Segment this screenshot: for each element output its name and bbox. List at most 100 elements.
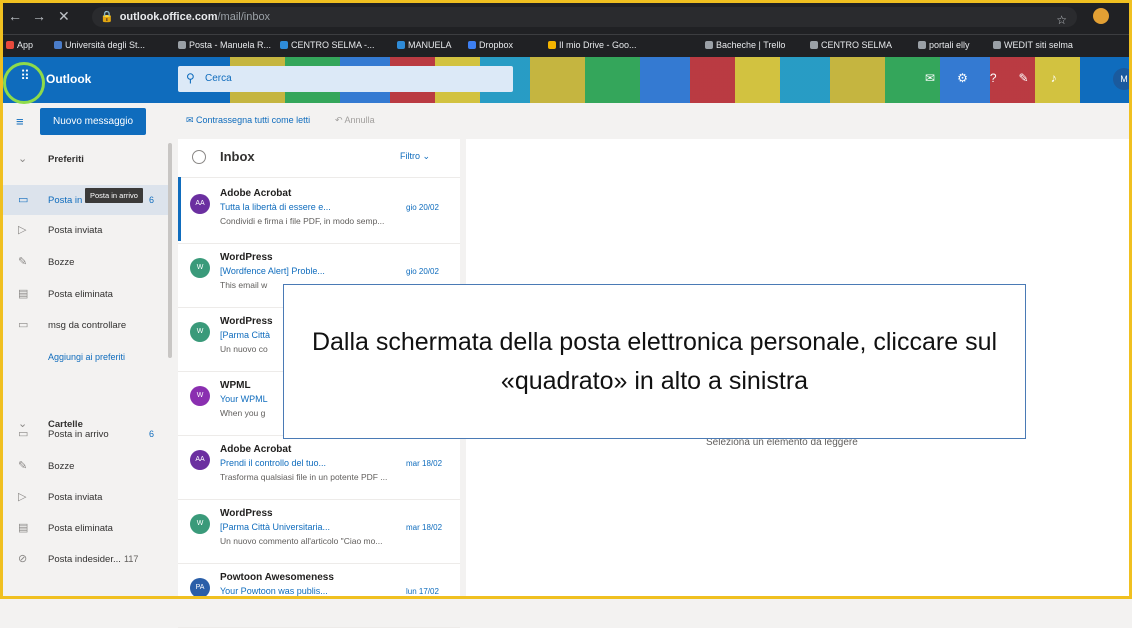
- sender-name: WordPress: [220, 508, 273, 519]
- browser-toolbar: ← → ✕ 🔒 outlook.office.com/mail/inbox ☆: [0, 0, 1132, 34]
- bookmark-item[interactable]: Il mio Drive - Goo...: [548, 40, 637, 50]
- filter-button[interactable]: Filtro ⌄: [400, 151, 430, 162]
- bookmark-item[interactable]: CENTRO SELMA: [810, 40, 892, 50]
- url-path: /mail/inbox: [217, 11, 271, 23]
- command-bar: ≡ Nuovo messaggio ✉ Contrassegna tutti c…: [0, 103, 1132, 139]
- cloud-icon: [397, 41, 405, 49]
- message-subject: Prendi il controllo del tuo...: [220, 458, 327, 468]
- help-icon[interactable]: ?: [990, 71, 997, 85]
- folder-icon: ▭: [18, 319, 29, 331]
- trash-icon: ▤: [18, 288, 29, 300]
- message-row[interactable]: AA Adobe Acrobat Prendi il controllo del t…: [178, 435, 460, 500]
- message-subject: [Parma Città: [220, 330, 271, 340]
- folder-pane: ⌄ Preferiti ▭ Posta in arrivo 6 ▷ Posta …: [0, 139, 172, 599]
- avatar[interactable]: M: [1113, 68, 1132, 90]
- bookmark-item[interactable]: App: [6, 40, 33, 50]
- folder-item-inbox[interactable]: ▭ Posta in arrivo 6: [0, 419, 172, 449]
- sender-name: Adobe Acrobat: [220, 444, 292, 455]
- close-icon[interactable]: ✕: [58, 8, 70, 25]
- folder-item-drafts[interactable]: ✎ Bozze: [0, 247, 172, 277]
- chevron-down-icon: ⌄: [18, 153, 28, 165]
- skype-icon[interactable]: ✉: [925, 71, 935, 85]
- inbox-icon: ▭: [18, 194, 29, 206]
- address-bar[interactable]: 🔒 outlook.office.com/mail/inbox ☆: [92, 7, 1077, 27]
- trash-icon: ▤: [18, 522, 29, 534]
- header-icons: ✉ ⚙ ? ✎ ♪: [925, 71, 1057, 85]
- back-icon[interactable]: ←: [8, 8, 22, 24]
- dropbox-icon: [468, 41, 476, 49]
- sender-avatar: AA: [190, 194, 210, 214]
- sender-name: Adobe Acrobat: [220, 188, 292, 199]
- message-subject: Tutta la libertà di essere e...: [220, 202, 331, 212]
- globe-icon: [178, 41, 186, 49]
- new-message-button[interactable]: Nuovo messaggio: [40, 108, 146, 135]
- drive-icon: [548, 41, 556, 49]
- bookmark-item[interactable]: Dropbox: [468, 40, 513, 50]
- callout-text: Dalla schermata della posta elettronica …: [311, 327, 998, 395]
- notifications-icon[interactable]: ♪: [1051, 71, 1057, 85]
- folder-icon: [918, 41, 926, 49]
- mark-all-read-button[interactable]: ✉ Contrassegna tutti come letti: [186, 115, 310, 126]
- undo-icon: ↶: [335, 115, 345, 125]
- message-date: lun 17/02: [406, 587, 439, 596]
- block-icon: ⊘: [18, 553, 28, 565]
- settings-icon[interactable]: ⚙: [957, 71, 968, 85]
- sender-avatar: W: [190, 322, 210, 342]
- bookmark-item[interactable]: Posta - Manuela R...: [178, 40, 271, 50]
- bookmark-item[interactable]: portali elly: [918, 40, 970, 50]
- envelope-icon: ✉: [186, 115, 197, 125]
- message-date: mar 18/02: [406, 459, 443, 468]
- bookmark-item[interactable]: Bacheche | Trello: [705, 40, 785, 50]
- url-host: outlook.office.com: [119, 11, 218, 23]
- globe-icon: [705, 41, 713, 49]
- instruction-callout: Dalla schermata della posta elettronica …: [283, 284, 1026, 439]
- folder-item-sent[interactable]: ▷ Posta inviata: [0, 482, 172, 512]
- star-icon[interactable]: ☆: [1056, 10, 1067, 30]
- select-all-checkbox[interactable]: [192, 150, 206, 164]
- bookmark-item[interactable]: MANUELA: [397, 40, 452, 50]
- bookmark-item[interactable]: WEDIT siti selma: [993, 40, 1073, 50]
- folder-item-junk[interactable]: ⊘ Posta indesider... 117: [0, 544, 172, 574]
- folder-icon: [993, 41, 1001, 49]
- menu-icon[interactable]: ≡: [16, 114, 24, 129]
- sender-avatar: W: [190, 514, 210, 534]
- message-preview: Condividi e firma i file PDF, in modo se…: [220, 216, 385, 226]
- folder-item-drafts[interactable]: ✎ Bozze: [0, 451, 172, 481]
- message-row[interactable]: PA Powtoon Awesomeness Your Powtoon was pu…: [178, 563, 460, 628]
- folder-icon: [810, 41, 818, 49]
- forward-icon[interactable]: →: [32, 8, 46, 24]
- message-date: gio 20/02: [406, 203, 439, 212]
- add-favorite-link[interactable]: Aggiungi ai preferiti: [48, 352, 125, 362]
- bookmark-item[interactable]: CENTRO SELMA -...: [280, 40, 375, 50]
- bookmark-item[interactable]: Università degli St...: [54, 40, 145, 50]
- folder-item-deleted[interactable]: ▤ Posta eliminata: [0, 279, 172, 309]
- message-subject: Your Powtoon was publis...: [220, 586, 328, 596]
- message-list-header: Inbox Filtro ⌄: [178, 139, 460, 178]
- message-row[interactable]: W WordPress [Parma Città Universitaria... m…: [178, 499, 460, 564]
- message-date: mar 18/02: [406, 523, 443, 532]
- undo-button[interactable]: ↶ Annulla: [335, 115, 375, 126]
- sender-avatar: PA: [190, 578, 210, 598]
- extension-icon[interactable]: [1093, 8, 1109, 24]
- sender-avatar: AA: [190, 450, 210, 470]
- inbox-icon: ▭: [18, 428, 29, 440]
- search-input[interactable]: ⚲ Cerca: [178, 66, 513, 92]
- folder-scrollbar[interactable]: [168, 143, 172, 358]
- pencil-icon: ✎: [18, 460, 28, 472]
- send-icon: ▷: [18, 224, 27, 236]
- brand-name[interactable]: Outlook: [46, 72, 91, 86]
- sender-name: WPML: [220, 380, 251, 391]
- send-icon: ▷: [18, 491, 27, 503]
- message-row[interactable]: AA Adobe Acrobat Tutta la libertà di esser…: [178, 179, 460, 244]
- search-icon: ⚲: [186, 71, 195, 85]
- folder-item-custom[interactable]: ▭ msg da controllare: [0, 310, 172, 340]
- search-placeholder: Cerca: [205, 73, 232, 84]
- folder-item-sent[interactable]: ▷ Posta inviata: [0, 215, 172, 245]
- lock-icon: 🔒: [100, 11, 114, 23]
- folder-item-deleted[interactable]: ▤ Posta eliminata: [0, 513, 172, 543]
- bookmarks-bar: App Università degli St... Posta - Manue…: [0, 34, 1132, 57]
- message-date: gio 20/02: [406, 267, 439, 276]
- favorites-header[interactable]: ⌄ Preferiti: [0, 144, 172, 174]
- sender-name: Powtoon Awesomeness: [220, 572, 334, 583]
- feedback-icon[interactable]: ✎: [1019, 71, 1029, 85]
